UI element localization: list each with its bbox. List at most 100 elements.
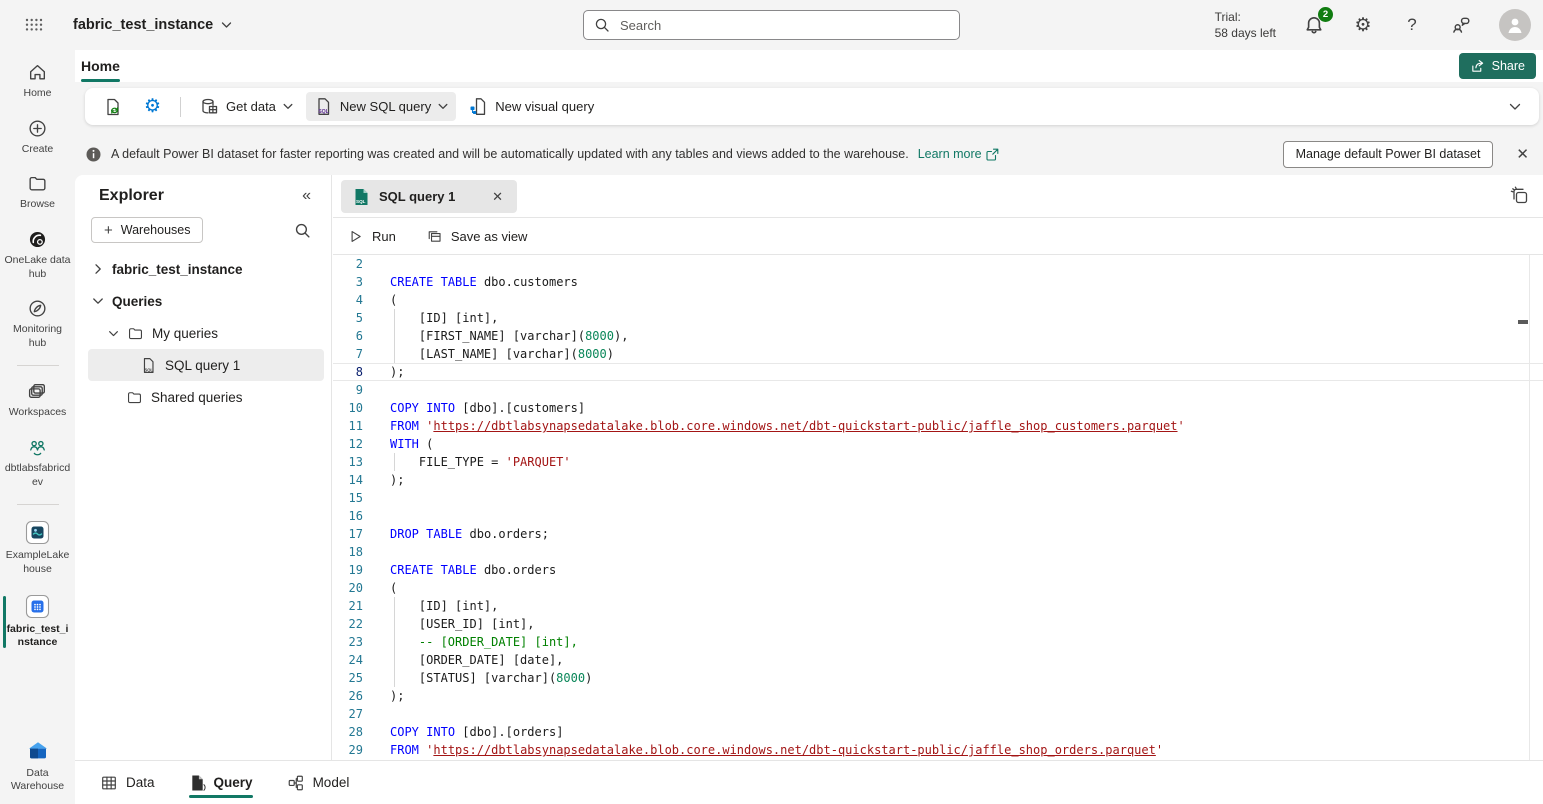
fabric-app-window: fabric_test_instance Trial: 58 days left… — [0, 0, 1543, 804]
indent-guide — [394, 345, 395, 363]
code-line[interactable]: 20( — [333, 579, 1543, 597]
code-line[interactable]: 23 -- [ORDER_DATE] [int], — [333, 633, 1543, 651]
code-line[interactable]: 4( — [333, 291, 1543, 309]
ribbon-settings-gear-icon[interactable]: ⚙ — [136, 92, 169, 121]
app-launcher-icon[interactable] — [21, 13, 47, 39]
left-nav-rail: Home Create Browse OneLake data hub Moni… — [0, 50, 75, 804]
code-line[interactable]: 8); — [333, 363, 1543, 381]
line-number: 6 — [333, 327, 363, 345]
code-line[interactable]: 2 — [333, 255, 1543, 273]
copy-icon[interactable] — [1510, 186, 1530, 206]
settings-gear-icon[interactable]: ⚙ — [1352, 14, 1374, 36]
sql-code-editor[interactable]: 23CREATE TABLE dbo.customers4(5 [ID] [in… — [333, 255, 1543, 760]
nav-home[interactable]: Home — [0, 60, 75, 103]
refresh-document-button[interactable] — [95, 92, 131, 122]
line-number: 21 — [333, 597, 363, 615]
code-line[interactable]: 26); — [333, 687, 1543, 705]
collapse-panel-icon[interactable]: « — [302, 187, 311, 205]
manage-default-dataset-button[interactable]: Manage default Power BI dataset — [1283, 141, 1494, 168]
code-line[interactable]: 13 FILE_TYPE = 'PARQUET' — [333, 453, 1543, 471]
code-line[interactable]: 18 — [333, 543, 1543, 561]
tab-home[interactable]: Home — [81, 50, 120, 82]
data-warehouse-icon — [26, 739, 50, 763]
learn-more-link[interactable]: Learn more — [918, 147, 999, 161]
code-line[interactable]: 14); — [333, 471, 1543, 489]
code-line[interactable]: 24 [ORDER_DATE] [date], — [333, 651, 1543, 669]
nav-monitoring-hub[interactable]: Monitoring hub — [0, 296, 75, 352]
line-number: 10 — [333, 399, 363, 417]
help-icon[interactable]: ? — [1401, 14, 1423, 36]
code-line[interactable]: 9 — [333, 381, 1543, 399]
nav-workspaces[interactable]: Workspaces — [0, 379, 75, 422]
workspace-title: fabric_test_instance — [73, 17, 213, 33]
collapse-ribbon-chevron-icon[interactable] — [1501, 99, 1529, 115]
code-line[interactable]: 7 [LAST_NAME] [varchar](8000) — [333, 345, 1543, 363]
feedback-icon[interactable] — [1450, 14, 1472, 36]
code-line[interactable]: 10COPY INTO [dbo].[customers] — [333, 399, 1543, 417]
code-line[interactable]: 28COPY INTO [dbo].[orders] — [333, 723, 1543, 741]
table-grid-icon — [100, 774, 118, 792]
view-tab-data[interactable]: Data — [100, 761, 155, 804]
cursor-position-marker — [1518, 320, 1528, 324]
rail-divider — [17, 504, 59, 505]
nav-browse[interactable]: Browse — [0, 171, 75, 214]
banner-close-icon[interactable]: ✕ — [1510, 143, 1535, 165]
code-line[interactable]: 5 [ID] [int], — [333, 309, 1543, 327]
new-visual-query-button[interactable]: New visual query — [461, 92, 602, 121]
line-number: 16 — [333, 507, 363, 525]
new-sql-query-button[interactable]: SQL New SQL query — [306, 92, 456, 121]
nav-create[interactable]: Create — [0, 116, 75, 159]
tree-item-sql-query-1[interactable]: SQL SQL query 1 — [88, 349, 324, 381]
save-as-view-button[interactable]: Save as view — [426, 228, 528, 245]
code-line[interactable]: 17DROP TABLE dbo.orders; — [333, 525, 1543, 543]
chevron-down-icon — [438, 103, 448, 110]
code-line[interactable]: 19CREATE TABLE dbo.orders — [333, 561, 1543, 579]
share-button[interactable]: Share — [1459, 53, 1536, 79]
code-line[interactable]: 22 [USER_ID] [int], — [333, 615, 1543, 633]
code-line[interactable]: 12WITH ( — [333, 435, 1543, 453]
line-number: 22 — [333, 615, 363, 633]
tree-item-my-queries[interactable]: My queries — [75, 317, 331, 349]
database-icon — [200, 97, 219, 116]
code-line[interactable]: 21 [ID] [int], — [333, 597, 1543, 615]
home-icon — [27, 62, 48, 83]
tree-item-warehouse[interactable]: fabric_test_instance — [75, 253, 331, 285]
folder-icon — [127, 325, 144, 342]
user-avatar[interactable] — [1499, 9, 1531, 41]
code-line[interactable]: 11FROM 'https://dbtlabsynapsedatalake.bl… — [333, 417, 1543, 435]
nav-data-warehouse-switcher[interactable]: Data Warehouse — [0, 737, 75, 796]
notifications-bell-icon[interactable]: 2 — [1303, 14, 1325, 36]
get-data-button[interactable]: Get data — [192, 92, 301, 121]
search-input[interactable] — [618, 17, 949, 34]
code-line[interactable]: 16 — [333, 507, 1543, 525]
explorer-tree: fabric_test_instance Queries My queries — [75, 253, 331, 413]
nav-item-examplelakehouse[interactable]: ExampleLakehouse — [0, 518, 75, 578]
editor-tab-bar: SQL SQL query 1 ✕ — [333, 175, 1543, 218]
line-number: 26 — [333, 687, 363, 705]
tree-item-queries[interactable]: Queries — [75, 285, 331, 317]
add-warehouses-button[interactable]: + Warehouses — [91, 217, 203, 243]
chevron-down-icon — [92, 295, 104, 307]
tab-close-icon[interactable]: ✕ — [488, 187, 507, 207]
editor-overview-ruler[interactable] — [1529, 255, 1530, 760]
code-line[interactable]: 29FROM 'https://dbtlabsynapsedatalake.bl… — [333, 741, 1543, 759]
workspace-title-menu[interactable]: fabric_test_instance — [73, 0, 232, 50]
code-line[interactable]: 15 — [333, 489, 1543, 507]
code-line[interactable]: 25 [STATUS] [varchar](8000) — [333, 669, 1543, 687]
query-editor-pane: SQL SQL query 1 ✕ — [333, 175, 1543, 760]
code-line[interactable]: 27 — [333, 705, 1543, 723]
line-number: 9 — [333, 381, 363, 399]
nav-item-fabric-test-instance[interactable]: fabric_test_instance — [0, 592, 75, 652]
run-button[interactable]: Run — [347, 228, 396, 245]
tree-item-shared-queries[interactable]: Shared queries — [75, 381, 331, 413]
view-tab-model[interactable]: Model — [287, 761, 350, 804]
code-line[interactable]: 6 [FIRST_NAME] [varchar](8000), — [333, 327, 1543, 345]
view-tab-query[interactable]: Query — [189, 761, 253, 804]
ribbon-toolbar: ⚙ Get data — [85, 88, 1539, 125]
explorer-search-icon[interactable] — [294, 222, 311, 239]
tab-sql-query-1[interactable]: SQL SQL query 1 ✕ — [341, 180, 517, 213]
trial-status: Trial: 58 days left — [1215, 9, 1276, 41]
nav-workspace-dbtlabsfabricdev[interactable]: dbtlabsfabricdev — [0, 435, 75, 491]
nav-onelake-data-hub[interactable]: OneLake data hub — [0, 227, 75, 283]
code-line[interactable]: 3CREATE TABLE dbo.customers — [333, 273, 1543, 291]
